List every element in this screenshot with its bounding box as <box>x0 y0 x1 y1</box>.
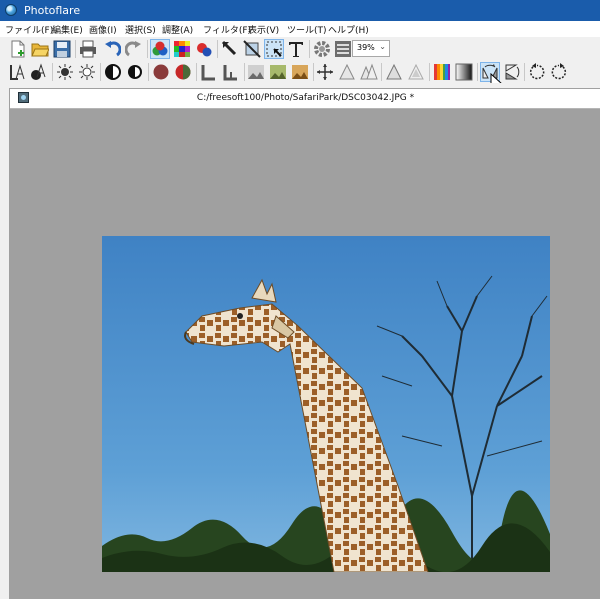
document-title: C:/freesoft100/Photo/SafariPark/DSC03042… <box>196 93 415 103</box>
double-triangle-icon[interactable] <box>360 63 378 81</box>
menu-edit[interactable]: 編集(E) <box>52 23 83 36</box>
properties-list-icon[interactable] <box>334 40 352 58</box>
toolbar-separator <box>75 40 76 58</box>
app-icon <box>5 4 17 16</box>
zoom-select[interactable]: 39% ⌄ <box>352 40 390 57</box>
menu-adjust[interactable]: 調整(A) <box>162 23 193 36</box>
triangle-icon[interactable] <box>338 63 356 81</box>
rotate-right-icon[interactable] <box>550 63 568 81</box>
open-folder-icon[interactable] <box>31 40 49 58</box>
brightness-up-icon[interactable] <box>78 63 96 81</box>
saturation-down-icon[interactable] <box>152 63 170 81</box>
main-toolbar: 39% ⌄ <box>0 37 600 61</box>
redo-icon[interactable] <box>125 40 143 58</box>
levels-up-icon[interactable] <box>222 63 240 81</box>
toolbar-separator <box>309 40 310 58</box>
toolbar-separator <box>477 63 478 81</box>
blur-triangle-icon[interactable] <box>407 63 425 81</box>
workspace: C:/freesoft100/Photo/SafariPark/DSC03042… <box>0 83 600 599</box>
new-file-icon[interactable] <box>9 40 27 58</box>
rotate-left-icon[interactable] <box>528 63 546 81</box>
rainbow-gradient-icon[interactable] <box>433 63 451 81</box>
brightness-down-icon[interactable] <box>56 63 74 81</box>
toolbar-separator <box>381 63 382 81</box>
menu-select[interactable]: 選択(S) <box>125 23 156 36</box>
toolbar-separator <box>524 63 525 81</box>
chevron-down-icon: ⌄ <box>379 42 386 51</box>
filter-toolbar <box>0 60 600 84</box>
title-bar: Photoflare <box>0 0 600 21</box>
toolbar-separator <box>52 63 53 81</box>
menu-tools[interactable]: ツール(T) <box>287 23 327 36</box>
palette-grid-icon[interactable] <box>173 40 191 58</box>
text-outline-icon[interactable] <box>8 63 26 81</box>
crop-icon[interactable] <box>243 40 261 58</box>
menu-view[interactable]: 表示(V) <box>248 23 279 36</box>
toolbar-separator <box>196 63 197 81</box>
sharpen-triangle-icon[interactable] <box>385 63 403 81</box>
toolbar-separator <box>313 63 314 81</box>
menu-bar: ファイル(F) 編集(E) 画像(I) 選択(S) 調整(A) フィルタ(F) … <box>0 21 600 37</box>
menu-help[interactable]: ヘルプ(H) <box>328 23 369 36</box>
toolbar-separator <box>148 63 149 81</box>
toolbar-separator <box>429 63 430 81</box>
window-title: Photoflare <box>24 4 81 17</box>
toolbar-separator <box>100 63 101 81</box>
pointer-arrow-icon[interactable] <box>221 40 239 58</box>
toolbar-separator <box>147 40 148 58</box>
print-icon[interactable] <box>79 40 97 58</box>
text-tool-icon[interactable] <box>287 40 305 58</box>
image-canvas[interactable] <box>102 236 550 572</box>
levels-down-icon[interactable] <box>200 63 218 81</box>
document-tab[interactable]: C:/freesoft100/Photo/SafariPark/DSC03042… <box>10 89 600 109</box>
saturation-up-icon[interactable] <box>174 63 192 81</box>
zoom-value: 39% <box>357 43 375 52</box>
menu-image[interactable]: 画像(I) <box>89 23 117 36</box>
move-cross-icon[interactable] <box>316 63 334 81</box>
sepia-photo-icon[interactable] <box>291 63 309 81</box>
olive-photo-icon[interactable] <box>269 63 287 81</box>
text-effect-icon[interactable] <box>30 63 48 81</box>
settings-gear-icon[interactable] <box>313 40 331 58</box>
rectangle-select-icon[interactable] <box>264 39 284 59</box>
flip-vertical-icon[interactable] <box>503 63 521 81</box>
toolbar-separator <box>244 63 245 81</box>
document-window: C:/freesoft100/Photo/SafariPark/DSC03042… <box>9 88 600 599</box>
save-icon[interactable] <box>53 40 71 58</box>
color-balls-icon[interactable] <box>150 39 170 59</box>
red-blue-balls-icon[interactable] <box>195 40 213 58</box>
grayscale-photo-icon[interactable] <box>247 63 265 81</box>
contrast-up-icon[interactable] <box>126 63 144 81</box>
menu-filter[interactable]: フィルタ(F) <box>203 23 251 36</box>
menu-file[interactable]: ファイル(F) <box>5 23 53 36</box>
toolbar-separator <box>217 40 218 58</box>
contrast-down-icon[interactable] <box>104 63 122 81</box>
undo-icon[interactable] <box>103 40 121 58</box>
gray-gradient-icon[interactable] <box>455 63 473 81</box>
